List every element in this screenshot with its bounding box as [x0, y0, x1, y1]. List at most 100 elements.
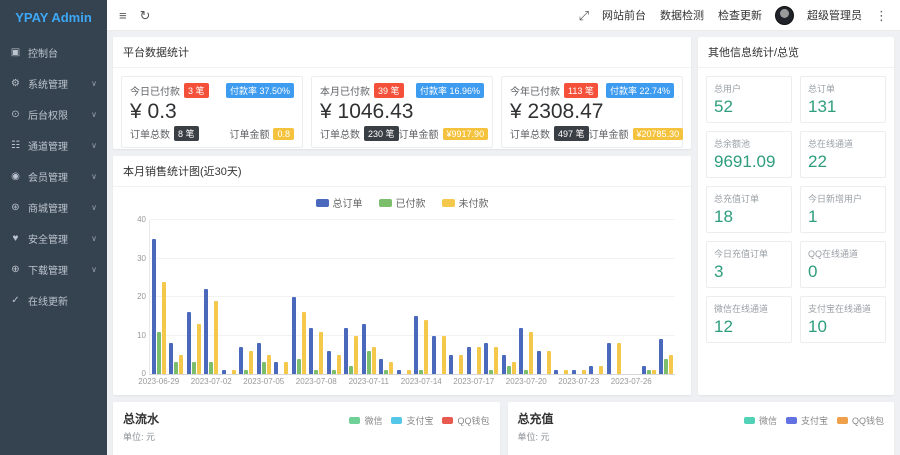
stats-cards: 今日已付款3 笔付款率 37.50%¥ 0.3订单总数8 笔订单金额0.8本月已… [113, 68, 691, 156]
legend-item[interactable]: 支付宝 [786, 414, 828, 427]
legend-item[interactable]: QQ钱包 [442, 414, 489, 427]
bar-group[interactable] [467, 220, 481, 374]
bar-group[interactable] [327, 220, 341, 374]
bar-group[interactable] [607, 220, 621, 374]
orders-amount-badge: ¥9917.90 [443, 128, 489, 140]
legend-item[interactable]: 微信 [744, 414, 777, 427]
chart-plot: 0102030402023-06-292023-07-022023-07-052… [149, 220, 675, 375]
user-name[interactable]: 超级管理员 [807, 7, 862, 23]
sidebar-item-label: 商城管理 [28, 200, 68, 215]
sidebar-item-5[interactable]: ⊛商城管理∨ [0, 192, 107, 223]
sidebar-item-0[interactable]: ▣控制台 [0, 37, 107, 68]
bar [477, 347, 481, 374]
bar [162, 282, 166, 374]
topbar-link-0[interactable]: 网站前台 [602, 7, 646, 23]
bar-group[interactable] [572, 220, 586, 374]
bar-group[interactable] [169, 220, 183, 374]
bar-group[interactable] [274, 220, 288, 374]
legend-item[interactable]: QQ钱包 [837, 414, 884, 427]
bar-group[interactable] [642, 220, 656, 374]
refresh-icon[interactable]: ↻ [140, 9, 151, 22]
bar-group[interactable] [659, 220, 673, 374]
overview-stat-value: 18 [714, 207, 784, 227]
legend-swatch [349, 417, 360, 424]
legend-label: 支付宝 [406, 414, 433, 427]
legend-item[interactable]: 总订单 [316, 195, 363, 210]
legend-item[interactable]: 微信 [349, 414, 382, 427]
topbar-link-1[interactable]: 数据检测 [660, 7, 704, 23]
topbar-link-2[interactable]: 检查更新 [718, 7, 762, 23]
paid-amount: ¥ 1046.43 [320, 100, 484, 124]
bar-group[interactable] [397, 220, 411, 374]
overview-stat-1: 总订单131 [800, 76, 886, 123]
topbar-links: 网站前台数据检测检查更新 [602, 7, 762, 23]
bar [337, 355, 341, 374]
bar-group[interactable] [257, 220, 271, 374]
main-area: ≡ ↻ ⤢ 网站前台数据检测检查更新 超级管理员 ⋮ 平台数据统计 今日已付款3… [107, 0, 900, 455]
sidebar-item-7[interactable]: ⊕下载管理∨ [0, 254, 107, 285]
bar-group[interactable] [222, 220, 236, 374]
bar [169, 343, 173, 374]
bar-group[interactable] [152, 220, 166, 374]
bar-group[interactable] [537, 220, 551, 374]
bar [547, 351, 551, 374]
legend-item[interactable]: 已付款 [379, 195, 426, 210]
bar-group[interactable] [484, 220, 498, 374]
bar [524, 370, 528, 374]
overview-stat-label: 今日充值订单 [714, 247, 784, 260]
bar-group[interactable] [344, 220, 358, 374]
bar-group[interactable] [204, 220, 218, 374]
sidebar-item-label: 会员管理 [28, 169, 68, 184]
sidebar-item-8[interactable]: ✓在线更新 [0, 285, 107, 316]
bar-group[interactable] [449, 220, 463, 374]
bar-group[interactable] [554, 220, 568, 374]
bar-group[interactable] [519, 220, 533, 374]
bar-group[interactable] [362, 220, 376, 374]
kebab-menu-icon[interactable]: ⋮ [875, 9, 888, 22]
bar [484, 343, 488, 374]
bar [507, 366, 511, 374]
legend-item[interactable]: 未付款 [442, 195, 489, 210]
bar-group[interactable] [502, 220, 516, 374]
bar-group[interactable] [624, 220, 638, 374]
sidebar-item-2[interactable]: ⊙后台权限∨ [0, 99, 107, 130]
orders-amount-label: 订单金额 [229, 126, 269, 141]
sidebar-item-3[interactable]: ☷通道管理∨ [0, 130, 107, 161]
overview-stat-8: 微信在线通道12 [706, 296, 792, 343]
gear-icon: ⚙ [10, 78, 21, 89]
x-axis-tick: 2023-07-02 [191, 377, 232, 386]
recharge-legend: 微信支付宝 QQ钱包 [744, 414, 884, 427]
bar-group[interactable] [292, 220, 306, 374]
bar-group[interactable] [589, 220, 603, 374]
sidebar-menu: ▣控制台⚙系统管理∨⊙后台权限∨☷通道管理∨◉会员管理∨⊛商城管理∨♥安全管理∨… [0, 37, 107, 316]
bar-group[interactable] [379, 220, 393, 374]
sidebar-item-6[interactable]: ♥安全管理∨ [0, 223, 107, 254]
fullscreen-icon[interactable]: ⤢ [579, 9, 589, 22]
orders-count-badge: 230 笔 [364, 126, 399, 141]
bar-group[interactable] [239, 220, 253, 374]
bar-group[interactable] [432, 220, 446, 374]
download-icon: ⊕ [10, 264, 21, 275]
sidebar-item-4[interactable]: ◉会员管理∨ [0, 161, 107, 192]
sidebar-item-label: 通道管理 [28, 138, 68, 153]
bar-group[interactable] [414, 220, 428, 374]
overview-stat-value: 9691.09 [714, 152, 784, 172]
sales-chart-title: 本月销售统计图(近30天) [113, 156, 691, 187]
overview-stat-label: 总用户 [714, 82, 784, 95]
legend-item[interactable]: 支付宝 [391, 414, 433, 427]
sidebar-item-1[interactable]: ⚙系统管理∨ [0, 68, 107, 99]
bar [432, 336, 436, 375]
bar [179, 355, 183, 374]
bar [267, 355, 271, 374]
bar [599, 366, 603, 374]
bar-group[interactable] [309, 220, 323, 374]
avatar[interactable] [775, 6, 794, 25]
bar-group[interactable] [187, 220, 201, 374]
bar [354, 336, 358, 375]
overview-stat-value: 22 [808, 152, 878, 172]
paid-amount: ¥ 0.3 [130, 100, 294, 124]
bar [274, 362, 278, 374]
pay-rate-badge: 付款率 22.74% [606, 83, 674, 98]
orders-total-label: 订单总数 [130, 126, 170, 141]
hamburger-menu-icon[interactable]: ≡ [119, 9, 127, 22]
